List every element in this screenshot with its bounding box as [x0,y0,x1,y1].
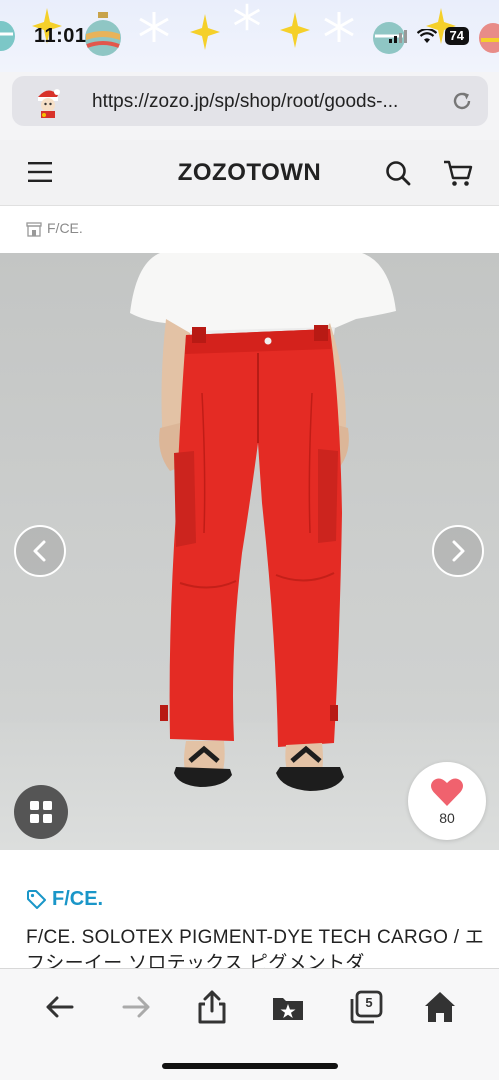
ornament-icon [0,21,15,51]
address-bar[interactable]: https://zozo.jp/sp/shop/root/goods-... [12,76,488,126]
chevron-left-icon [33,540,46,562]
share-icon[interactable] [194,989,230,1025]
shop-icon [26,222,42,237]
product-image[interactable]: 80 [0,253,499,850]
model-figure [130,253,396,791]
ornament-icon [85,12,121,56]
tag-icon [27,890,46,909]
product-title: F/CE. SOLOTEX PIGMENT-DYE TECH CARGO / エ… [26,927,485,969]
snowflake-icon [233,3,261,31]
santa-favicon-icon [38,89,60,118]
page: 11:01 74 https://zozo.jp/sp/shop/root/go… [0,0,499,1080]
browser-toolbar: 5 [0,968,499,1080]
shop-link-row[interactable]: F/CE. [0,207,499,253]
snowflake-icon [139,12,169,42]
bookmarks-icon[interactable] [270,989,306,1025]
previous-image-button[interactable] [14,525,66,577]
reload-icon[interactable] [450,89,474,113]
grid-icon [30,801,52,823]
chevron-right-icon [452,540,465,562]
tabs-button[interactable]: 5 [348,989,384,1025]
battery-indicator: 74 [444,27,469,45]
favorite-button[interactable]: 80 [408,762,486,840]
forward-icon[interactable] [118,989,154,1025]
favorite-count: 80 [439,810,455,826]
shop-label[interactable]: F/CE. [47,220,83,236]
home-indicator [162,1063,338,1069]
browser-address-area: https://zozo.jp/sp/shop/root/goods-... [0,72,499,140]
heart-icon [431,778,463,806]
brand-link-row[interactable]: F/CE. [26,885,103,913]
image-grid-button[interactable] [14,785,68,839]
ornament-icon [479,23,499,53]
signal-icon [388,30,407,43]
star-icon [190,14,220,50]
cart-icon[interactable] [442,158,474,188]
star-icon [280,12,310,48]
status-time: 11:01 [34,25,87,47]
search-icon[interactable] [384,159,412,187]
status-bar: 11:01 74 [0,0,499,72]
site-header: ZOZOTOWN [0,140,499,206]
status-indicators: 74 [388,27,469,45]
tabs-count: 5 [365,995,373,1010]
url-text: https://zozo.jp/sp/shop/root/goods-... [92,91,399,112]
wifi-icon [416,28,437,43]
back-icon[interactable] [42,989,78,1025]
brand-link[interactable]: F/CE. [52,888,103,911]
next-image-button[interactable] [432,525,484,577]
snowflake-icon [324,12,354,42]
home-icon[interactable] [422,989,458,1025]
site-logo[interactable]: ZOZOTOWN [0,159,499,187]
